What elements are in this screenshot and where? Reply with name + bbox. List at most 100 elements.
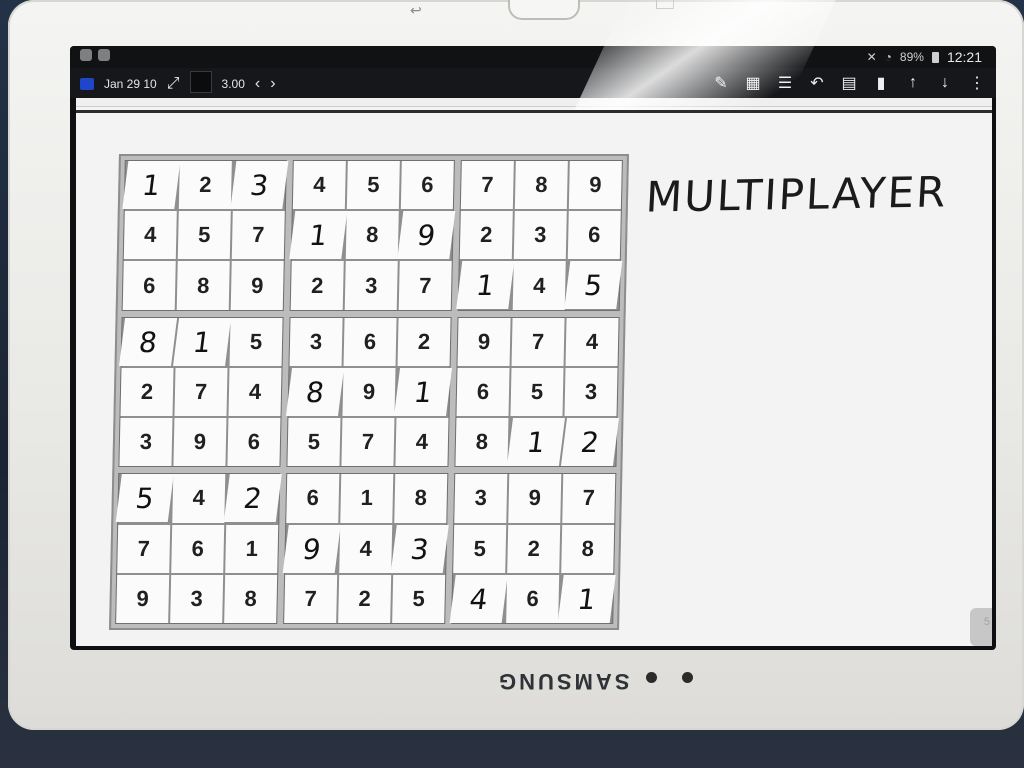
sudoku-cell[interactable]: 1 — [340, 474, 394, 523]
sudoku-cell[interactable]: 8 — [394, 474, 448, 523]
sudoku-cell[interactable]: 2 — [507, 524, 561, 573]
sudoku-cell[interactable]: 8 — [176, 261, 230, 310]
sudoku-cell[interactable]: 4 — [339, 524, 393, 573]
sudoku-cell[interactable]: 3 — [390, 524, 449, 573]
sudoku-cell[interactable]: 2 — [120, 367, 174, 417]
sudoku-cell[interactable]: 2 — [560, 418, 619, 467]
sudoku-cell[interactable]: 2 — [459, 211, 513, 260]
sudoku-cell[interactable]: 2 — [290, 261, 344, 310]
date-label[interactable]: Jan 29 10 — [104, 77, 157, 91]
sudoku-cell[interactable]: 7 — [398, 261, 452, 310]
sudoku-cell[interactable]: 6 — [456, 367, 510, 417]
sudoku-cell[interactable]: 3 — [454, 474, 508, 523]
undo-icon[interactable]: ↶ — [808, 74, 826, 92]
sudoku-grid[interactable]: 1234576894561892377892361458152743963628… — [109, 154, 629, 630]
sudoku-cell[interactable]: 5 — [564, 261, 623, 310]
sudoku-cell[interactable]: 7 — [562, 474, 616, 523]
sudoku-cell[interactable]: 6 — [171, 524, 225, 573]
prev-page-button[interactable]: ‹ — [255, 75, 260, 93]
sudoku-cell[interactable]: 9 — [568, 161, 622, 210]
sudoku-cell[interactable]: 9 — [508, 474, 562, 523]
pen-color-swatch[interactable] — [189, 71, 212, 93]
back-key-icon[interactable]: ↩ — [410, 2, 422, 19]
sudoku-cell[interactable]: 9 — [230, 261, 284, 310]
sudoku-cell[interactable]: 1 — [456, 261, 515, 310]
sudoku-cell[interactable]: 1 — [225, 524, 279, 573]
sudoku-cell[interactable]: 3 — [230, 161, 289, 210]
pen-settings-icon[interactable]: ✎ — [712, 74, 730, 92]
sudoku-cell[interactable]: 4 — [512, 261, 566, 310]
sudoku-cell[interactable]: 5 — [177, 211, 231, 260]
sudoku-cell[interactable]: 7 — [341, 418, 395, 467]
grid-icon[interactable]: ▦ — [744, 74, 762, 92]
sudoku-cell[interactable]: 1 — [393, 367, 453, 417]
sudoku-cell[interactable]: 5 — [229, 317, 283, 366]
next-page-button[interactable]: › — [270, 75, 275, 93]
sudoku-cell[interactable]: 9 — [397, 211, 456, 260]
page-layout-icon[interactable]: ☰ — [776, 74, 794, 92]
sudoku-cell[interactable]: 2 — [223, 474, 282, 523]
sudoku-cell[interactable]: 5 — [510, 367, 564, 417]
clipboard-icon[interactable]: ▤ — [840, 74, 858, 92]
sudoku-cell[interactable]: 7 — [460, 161, 514, 210]
sudoku-cell[interactable]: 4 — [123, 211, 177, 260]
sudoku-cell[interactable]: 6 — [227, 418, 281, 467]
sudoku-cell[interactable]: 3 — [344, 261, 398, 310]
sudoku-cell[interactable]: 7 — [174, 367, 228, 417]
sudoku-cell[interactable]: 4 — [228, 367, 282, 417]
sudoku-cell[interactable]: 6 — [343, 317, 397, 366]
sudoku-cell[interactable]: 8 — [119, 317, 178, 366]
sudoku-cell[interactable]: 6 — [286, 474, 340, 523]
sudoku-cell[interactable]: 8 — [285, 367, 345, 417]
sudoku-cell[interactable]: 3 — [170, 574, 224, 623]
document-page[interactable]: 1234576894561892377892361458152743963628… — [76, 98, 992, 646]
sudoku-cell[interactable]: 1 — [289, 211, 348, 260]
sudoku-cell[interactable]: 5 — [287, 418, 341, 467]
sudoku-cell[interactable]: 7 — [511, 317, 565, 366]
sudoku-cell[interactable]: 4 — [395, 418, 449, 467]
arrow-up-icon[interactable]: ↑ — [904, 74, 922, 92]
sudoku-cell[interactable]: 5 — [453, 524, 507, 573]
sudoku-cell[interactable]: 1 — [506, 418, 565, 467]
sudoku-cell[interactable]: 1 — [173, 317, 232, 366]
pen-size-label[interactable]: 3.00 — [222, 77, 245, 91]
sudoku-cell[interactable]: 6 — [400, 161, 454, 210]
more-icon[interactable]: ⋮ — [968, 74, 986, 92]
sudoku-cell[interactable]: 8 — [224, 574, 278, 623]
sudoku-cell[interactable]: 8 — [345, 211, 399, 260]
sudoku-cell[interactable]: 5 — [392, 574, 446, 623]
sudoku-cell[interactable]: 8 — [514, 161, 568, 210]
sudoku-cell[interactable]: 9 — [457, 317, 511, 366]
sudoku-cell[interactable]: 6 — [506, 574, 560, 623]
sudoku-cell[interactable]: 1 — [122, 161, 181, 210]
sudoku-cell[interactable]: 7 — [284, 574, 338, 623]
expand-icon[interactable]: ⤢ — [167, 75, 180, 93]
sudoku-cell[interactable]: 9 — [282, 524, 341, 573]
sudoku-cell[interactable]: 3 — [119, 418, 173, 467]
sudoku-cell[interactable]: 7 — [117, 524, 171, 573]
sudoku-cell[interactable]: 3 — [564, 367, 618, 417]
sudoku-cell[interactable]: 2 — [397, 317, 451, 366]
sudoku-cell[interactable]: 4 — [292, 161, 346, 210]
sudoku-cell[interactable]: 4 — [449, 574, 508, 623]
sudoku-cell[interactable]: 3 — [289, 317, 343, 366]
sudoku-cell[interactable]: 8 — [561, 524, 615, 573]
sudoku-cell[interactable]: 9 — [116, 574, 170, 623]
sudoku-cell[interactable]: 3 — [513, 211, 567, 260]
bookmark-icon[interactable]: ▮ — [872, 74, 890, 92]
sudoku-cell[interactable]: 2 — [338, 574, 392, 623]
sudoku-cell[interactable]: 5 — [346, 161, 400, 210]
sudoku-cell[interactable]: 9 — [173, 418, 227, 467]
sudoku-cell[interactable]: 9 — [342, 367, 396, 417]
sudoku-cell[interactable]: 1 — [557, 574, 616, 623]
notebook-icon[interactable] — [80, 78, 94, 90]
sudoku-cell[interactable]: 6 — [122, 261, 176, 310]
sudoku-cell[interactable]: 7 — [231, 211, 285, 260]
sudoku-cell[interactable]: 4 — [565, 317, 619, 366]
menu-key-icon[interactable] — [656, 0, 674, 9]
sudoku-cell[interactable]: 5 — [115, 474, 174, 523]
sudoku-cell[interactable]: 2 — [178, 161, 232, 210]
arrow-down-icon[interactable]: ↓ — [936, 74, 954, 92]
home-button[interactable] — [508, 0, 580, 20]
sudoku-cell[interactable]: 4 — [172, 474, 226, 523]
